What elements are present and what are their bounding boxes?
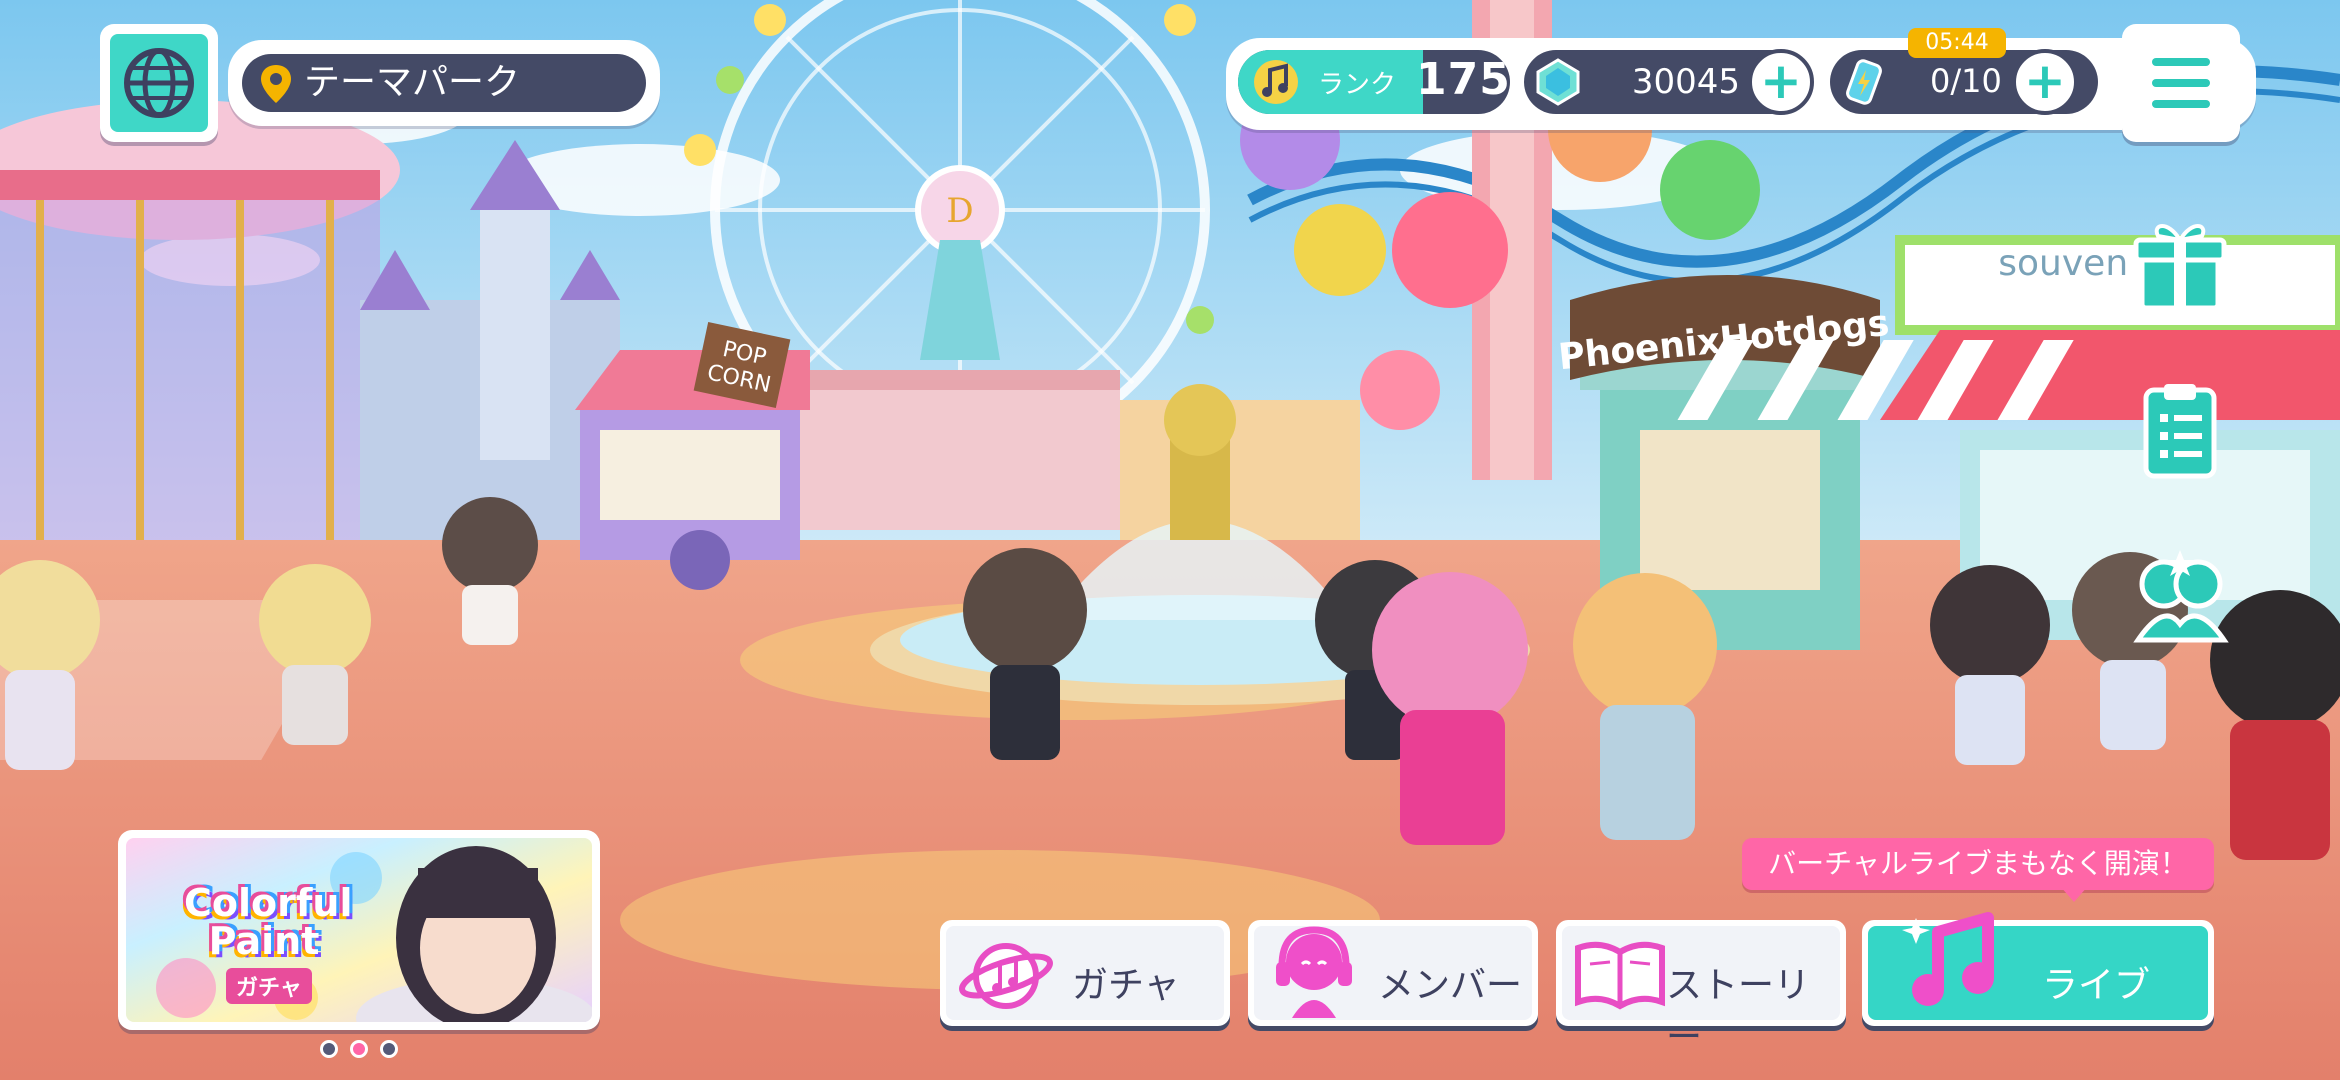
- world-map-button[interactable]: [100, 24, 218, 142]
- live-button[interactable]: ライブ: [1862, 912, 2214, 1026]
- crystal-icon: [1536, 58, 1580, 106]
- live-notice-tail: [2060, 886, 2088, 902]
- member-button[interactable]: メンバー: [1248, 920, 1538, 1026]
- gacha-button-face: ガチャ: [946, 926, 1224, 1020]
- gift-button[interactable]: [2128, 212, 2232, 316]
- story-label: ストーリー: [1666, 965, 1811, 1058]
- plus-icon: +: [1760, 52, 1802, 110]
- story-button[interactable]: ストーリー: [1556, 920, 1846, 1058]
- clipboard-icon: [2143, 384, 2217, 479]
- plus-icon: +: [2024, 52, 2066, 110]
- banner-title-line2: Paint: [208, 919, 320, 963]
- globe-icon: [124, 48, 194, 118]
- game-screen: D POP CORN souven e テーマパーク ランク 175 30045…: [0, 0, 2340, 1080]
- gacha-label: ガチャ: [1072, 965, 1180, 1006]
- carousel: [0, 100, 400, 590]
- status-bar: ランク 175 30045 + 0/10 + 05:44: [1226, 28, 2256, 130]
- banner-page-dot-3[interactable]: [380, 1040, 398, 1058]
- banner-subtitle: ガチャ: [226, 968, 312, 1004]
- live-button-face: ライブ: [1868, 912, 2208, 1020]
- banner-page-dot-1[interactable]: [320, 1040, 338, 1058]
- energy-timer: 05:44: [1908, 28, 2006, 58]
- missions-button[interactable]: [2128, 378, 2232, 482]
- friends-button[interactable]: [2128, 544, 2232, 648]
- story-book-icon: [1575, 941, 1665, 1010]
- gacha-planet-icon: [959, 943, 1053, 1009]
- rank-label: ランク: [1318, 70, 1397, 100]
- rank-value: 175: [1416, 54, 1510, 105]
- energy-count: 0/10: [1930, 62, 2002, 100]
- gift-icon: [2133, 224, 2227, 311]
- add-crystals-button[interactable]: +: [1748, 49, 1814, 115]
- gacha-button[interactable]: ガチャ: [940, 920, 1230, 1026]
- member-label: メンバー: [1378, 965, 1523, 1006]
- location-inner: テーマパーク: [242, 54, 646, 112]
- hamburger-menu-icon: [2152, 58, 2210, 108]
- location-pin-icon: [261, 65, 291, 103]
- add-energy-button[interactable]: +: [2012, 49, 2078, 115]
- location-display[interactable]: テーマパーク: [228, 40, 660, 126]
- location-name: テーマパーク: [304, 62, 521, 103]
- live-music-note-icon: [1902, 912, 1994, 1006]
- svg-text:D: D: [946, 191, 973, 231]
- crystal-count: 30045: [1631, 62, 1740, 102]
- member-button-face: メンバー: [1254, 926, 1532, 1020]
- member-headphones-icon: [1276, 926, 1352, 1018]
- music-note-icon: [1254, 60, 1298, 104]
- banner-title: Colorful Paint: [184, 884, 352, 963]
- globe-button-face: [110, 34, 208, 132]
- story-button-face: ストーリー: [1562, 926, 1840, 1058]
- rank-display[interactable]: ランク 175: [1238, 50, 1510, 114]
- energy-bottle-icon: [1846, 59, 1882, 105]
- live-notice: バーチャルライブまもなく開演！: [1742, 838, 2214, 890]
- gacha-banner[interactable]: Colorful Paint ガチャ: [118, 830, 600, 1030]
- friends-icon: [2133, 550, 2229, 643]
- banner-image: Colorful Paint ガチャ: [126, 838, 592, 1022]
- banner-page-dot-2[interactable]: [350, 1040, 368, 1058]
- menu-button[interactable]: [2122, 24, 2240, 142]
- live-label: ライブ: [2042, 965, 2151, 1006]
